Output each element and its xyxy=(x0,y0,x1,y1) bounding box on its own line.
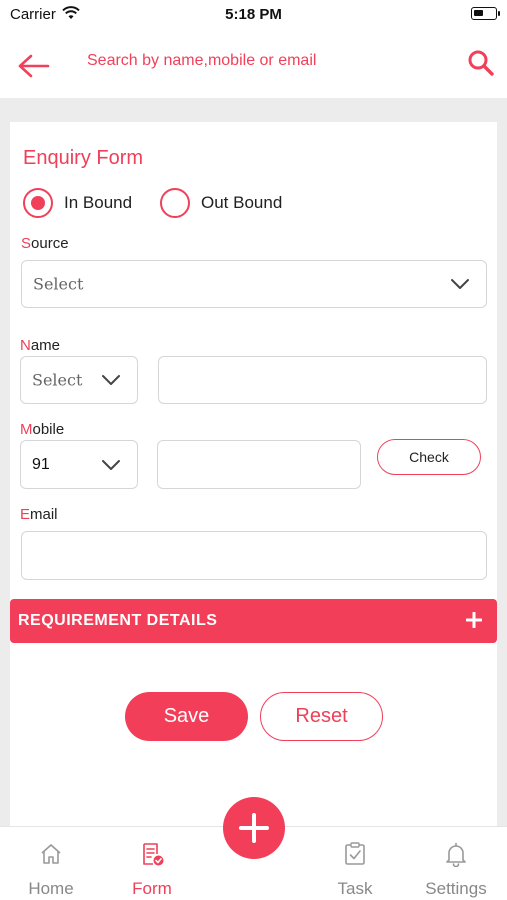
tab-task[interactable]: Task xyxy=(305,827,405,900)
arrow-left-icon[interactable] xyxy=(14,50,54,82)
form-title: Enquiry Form xyxy=(23,147,144,169)
country-code-value: 91 xyxy=(32,455,50,473)
task-icon xyxy=(345,842,365,865)
form-icon xyxy=(143,843,164,866)
tab-home-label: Home xyxy=(28,879,74,898)
name-prefix-select[interactable]: Select xyxy=(20,356,138,404)
email-field[interactable] xyxy=(21,531,487,580)
chevron-down-icon xyxy=(102,459,120,470)
home-icon xyxy=(41,844,61,864)
tab-settings-label: Settings xyxy=(425,879,487,898)
mobile-field[interactable] xyxy=(157,440,361,489)
chevron-down-icon xyxy=(451,279,469,289)
mobile-label: Mobile xyxy=(20,421,65,438)
radio-in-bound[interactable]: In Bound xyxy=(23,188,132,218)
radio-unchecked-icon xyxy=(160,188,190,218)
status-time: 5:18 PM xyxy=(225,6,282,23)
source-label: Source xyxy=(21,235,69,252)
save-button[interactable]: Save xyxy=(125,692,248,741)
tab-settings[interactable]: Settings xyxy=(406,827,506,900)
name-prefix-value: Select xyxy=(32,370,83,390)
requirement-details-label: REQUIREMENT DETAILS xyxy=(18,612,218,629)
tab-form[interactable]: Form xyxy=(102,827,202,900)
requirement-details-bar[interactable]: REQUIREMENT DETAILS xyxy=(10,599,497,643)
enquiry-form-card: Enquiry Form In Bound Out Bound Source S… xyxy=(10,122,497,828)
radio-out-bound[interactable]: Out Bound xyxy=(160,188,282,218)
search-header: Search by name,mobile or email xyxy=(0,30,507,98)
search-input[interactable]: Search by name,mobile or email xyxy=(87,52,316,70)
radio-checked-icon xyxy=(23,188,53,218)
bell-icon xyxy=(446,842,466,867)
name-field[interactable] xyxy=(158,356,487,404)
tab-form-label: Form xyxy=(132,879,172,898)
tab-home[interactable]: Home xyxy=(1,827,101,900)
status-bar: Carrier 5:18 PM xyxy=(0,0,507,30)
tab-task-label: Task xyxy=(337,879,373,898)
email-label: Email xyxy=(20,506,58,523)
reset-button[interactable]: Reset xyxy=(260,692,383,741)
battery-icon xyxy=(471,7,500,20)
plus-icon xyxy=(466,612,482,628)
source-select-value: Select xyxy=(33,274,84,294)
radio-out-bound-label: Out Bound xyxy=(201,193,283,212)
radio-in-bound-label: In Bound xyxy=(64,193,133,212)
name-label: Name xyxy=(20,337,61,354)
chevron-down-icon xyxy=(102,375,120,385)
check-button[interactable]: Check xyxy=(377,439,481,475)
country-code-select[interactable]: 91 xyxy=(20,440,138,489)
search-icon[interactable] xyxy=(466,48,496,78)
source-select[interactable]: Select xyxy=(21,260,487,308)
plus-icon xyxy=(239,813,269,843)
add-button[interactable] xyxy=(223,797,285,859)
